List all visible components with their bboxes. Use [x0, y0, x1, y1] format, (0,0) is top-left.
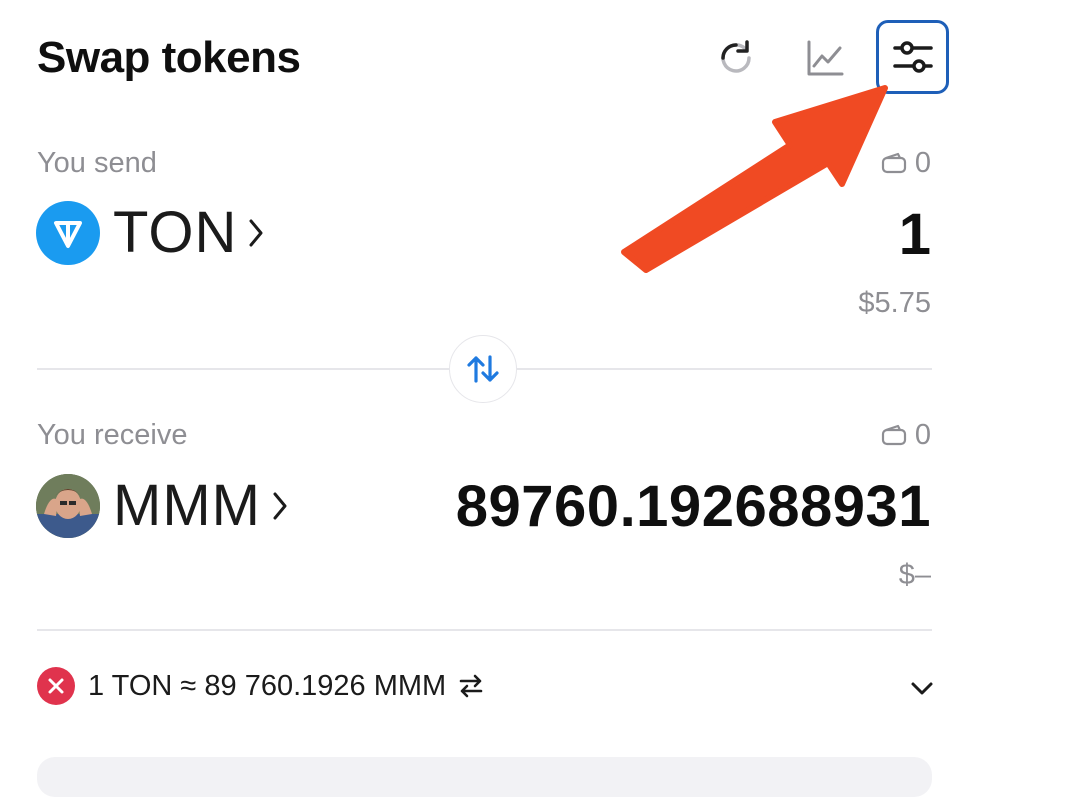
expand-details-button[interactable] — [904, 670, 940, 706]
chevron-down-icon — [911, 682, 933, 695]
mmm-logo — [36, 474, 100, 538]
details-card — [37, 757, 932, 797]
receive-balance: 0 — [881, 417, 931, 453]
swap-arrows-icon — [467, 355, 499, 383]
wallet-icon — [881, 424, 906, 446]
send-label: You send — [37, 147, 157, 179]
chevron-right-icon — [273, 492, 287, 520]
exchange-rate: 1 TON ≈ 89 760.1926 MMM — [88, 670, 447, 702]
send-token-selector[interactable]: TON — [36, 201, 265, 265]
rate-row[interactable]: 1 TON ≈ 89 760.1926 MMM — [37, 667, 484, 705]
chart-button[interactable] — [795, 28, 855, 88]
divider — [37, 629, 932, 631]
send-amount-input[interactable]: 1 — [899, 203, 931, 267]
chevron-right-icon — [249, 219, 263, 247]
ton-logo — [36, 201, 100, 265]
refresh-button[interactable] — [706, 28, 766, 88]
swap-direction-button[interactable] — [449, 335, 517, 403]
refresh-icon — [721, 40, 751, 73]
error-icon — [37, 667, 75, 705]
receive-token-selector[interactable]: MMM — [36, 474, 289, 538]
receive-amount: 89760.192688931 — [455, 474, 931, 539]
send-token-name: TON — [113, 200, 238, 265]
page-title: Swap tokens — [37, 33, 301, 82]
sliders-icon — [892, 41, 933, 73]
receive-token-name: MMM — [113, 473, 261, 538]
receive-balance-value: 0 — [914, 419, 931, 451]
send-balance-value: 0 — [914, 147, 931, 179]
send-balance: 0 — [881, 145, 931, 181]
receive-usd-value: $– — [898, 559, 931, 591]
receive-label: You receive — [37, 419, 188, 451]
annotation-arrow — [621, 85, 888, 273]
wallet-icon — [881, 152, 906, 174]
send-usd-value: $5.75 — [858, 287, 931, 319]
chart-icon — [807, 40, 844, 76]
swap-rate-icon[interactable] — [458, 673, 484, 699]
